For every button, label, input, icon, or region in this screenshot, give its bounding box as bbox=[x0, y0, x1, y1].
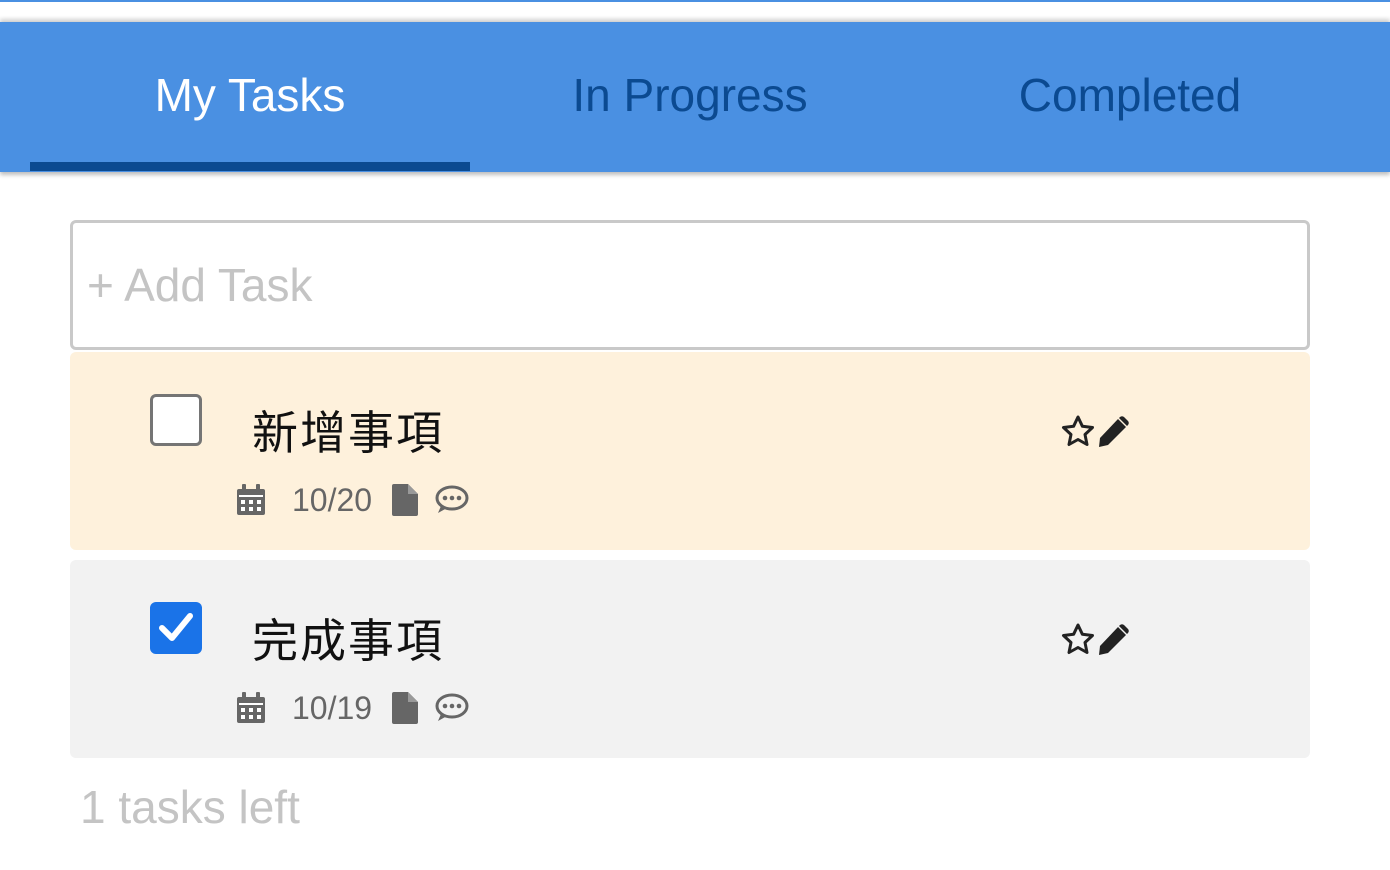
task-meta: 10/19 bbox=[236, 688, 470, 728]
tasks-left-counter: 1 tasks left bbox=[80, 781, 300, 833]
top-border bbox=[0, 0, 1390, 2]
tab-completed[interactable]: Completed bbox=[910, 22, 1350, 172]
due-date: 10/19 bbox=[292, 689, 373, 726]
due-date: 10/20 bbox=[292, 481, 373, 518]
task-checkbox[interactable] bbox=[150, 602, 202, 654]
task-item: 新增事項 10/20 bbox=[70, 352, 1310, 550]
task-meta: 10/20 bbox=[236, 480, 470, 520]
tab-in-progress[interactable]: In Progress bbox=[470, 22, 910, 172]
calendar-icon bbox=[236, 692, 266, 724]
file-icon[interactable] bbox=[392, 692, 419, 724]
calendar-icon bbox=[236, 484, 266, 516]
task-item: 完成事項 10/19 bbox=[70, 560, 1310, 758]
pencil-icon[interactable] bbox=[1096, 415, 1130, 449]
comment-icon[interactable] bbox=[434, 693, 470, 723]
task-title: 完成事項 bbox=[252, 614, 444, 668]
task-title: 新增事項 bbox=[252, 406, 444, 460]
star-icon[interactable] bbox=[1060, 414, 1096, 450]
add-task-input[interactable] bbox=[70, 220, 1310, 350]
star-icon[interactable] bbox=[1060, 622, 1096, 658]
tab-bar: My Tasks In Progress Completed bbox=[0, 22, 1390, 172]
task-checkbox[interactable] bbox=[150, 394, 202, 446]
task-actions bbox=[1060, 622, 1130, 658]
file-icon[interactable] bbox=[392, 484, 419, 516]
task-actions bbox=[1060, 414, 1130, 450]
active-tab-indicator bbox=[30, 162, 470, 171]
pencil-icon[interactable] bbox=[1096, 623, 1130, 657]
tab-my-tasks[interactable]: My Tasks bbox=[30, 22, 470, 172]
comment-icon[interactable] bbox=[434, 485, 470, 515]
